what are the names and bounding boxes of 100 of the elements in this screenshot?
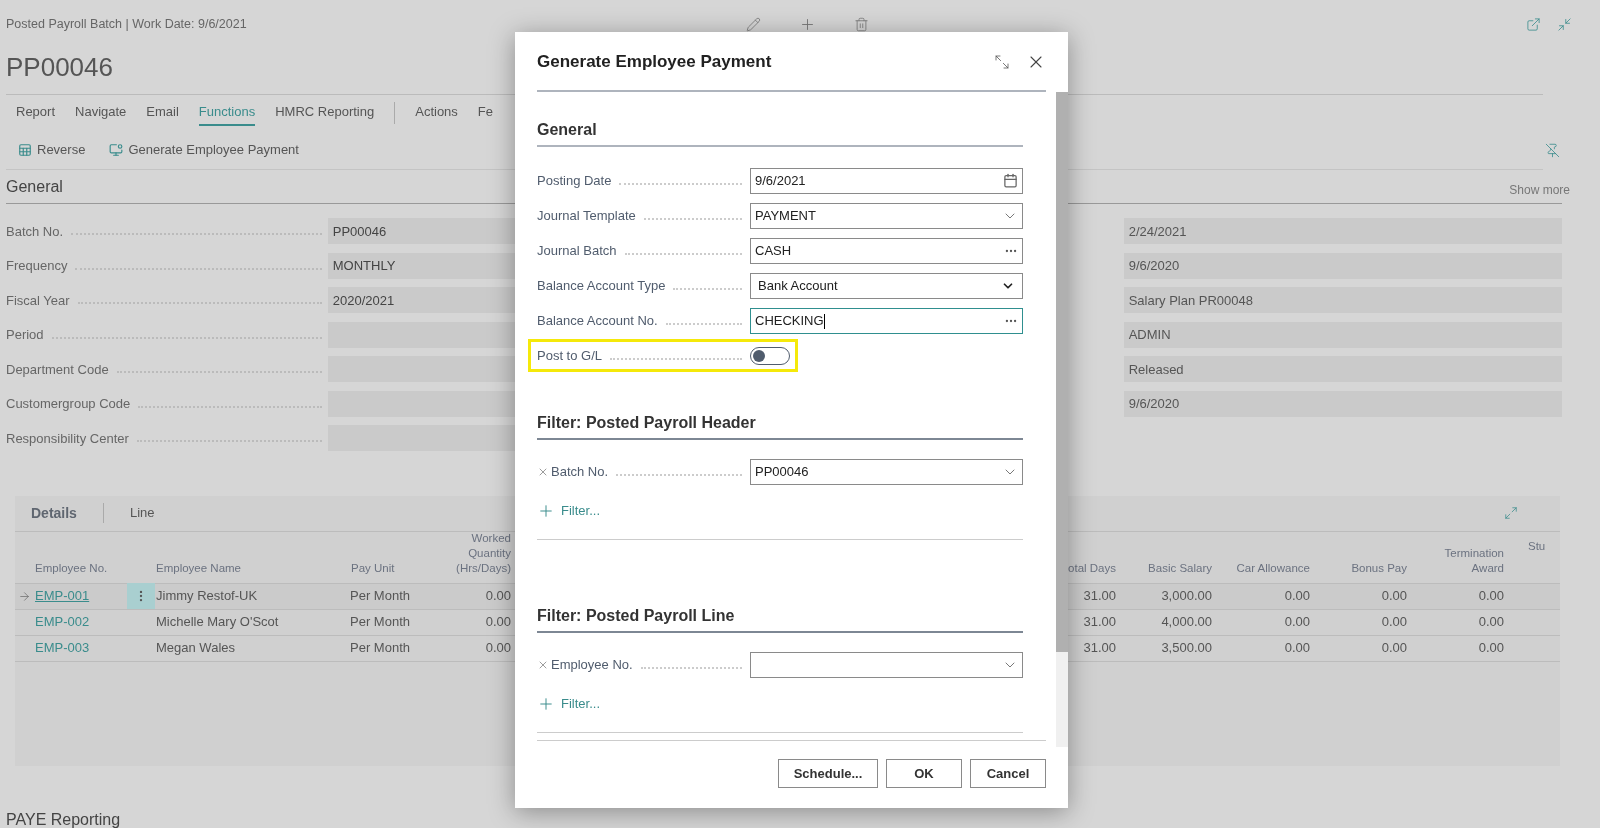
action-button[interactable]: Reverse [18, 140, 86, 160]
dialog-button[interactable]: Cancel [970, 759, 1046, 788]
section-title: General [537, 121, 597, 138]
table-cell: Per Month [350, 640, 410, 656]
column-header: Basic Salary [1148, 561, 1212, 577]
field-value: Salary Plan PR00048 [1123, 287, 1562, 314]
field-value: Released [1123, 356, 1562, 383]
table-cell: 0.00 [1284, 640, 1310, 656]
field-label: Post to G/L [537, 346, 603, 365]
add-filter-button[interactable]: Filter... [537, 496, 600, 526]
dialog-button[interactable]: Schedule... [778, 759, 878, 788]
dropdown-field[interactable]: PAYMENT [750, 202, 1023, 229]
table-cell: 0.00 [485, 640, 511, 656]
details-tab[interactable]: Details [19, 502, 89, 524]
select-field[interactable]: Bank Account [750, 272, 1023, 299]
edit-icon[interactable] [746, 16, 761, 32]
lookup-field[interactable]: CASH [750, 237, 1023, 264]
table-cell: 31.00 [1083, 614, 1116, 630]
scrollbar[interactable] [1056, 92, 1068, 747]
field-label: Period [6, 326, 44, 344]
trash-icon[interactable] [854, 16, 869, 32]
date-field[interactable]: 9/6/2021 [750, 167, 1023, 194]
calendar-icon [1003, 173, 1018, 188]
collapse-icon[interactable] [1557, 16, 1572, 32]
breadcrumb: Posted Payroll Batch | Work Date: 9/6/2021 [6, 15, 248, 33]
field-label: Frequency [6, 257, 68, 275]
field-value: ADMIN [1123, 321, 1562, 348]
expand-icon[interactable] [994, 54, 1010, 70]
dialog-title: Generate Employee Payment [537, 51, 773, 74]
section-title: Filter: Posted Payroll Header [537, 414, 756, 431]
section-title: General [6, 178, 63, 195]
column-header: Termination Award [1443, 546, 1504, 577]
field-value: 2/24/2021 [1123, 218, 1562, 245]
arrow-right-icon [17, 589, 31, 603]
open-in-new-icon[interactable] [1526, 16, 1541, 32]
show-more-link[interactable]: Show more [1509, 181, 1570, 203]
dialog-button[interactable]: OK [886, 759, 962, 788]
menu-tab[interactable]: Email [146, 100, 179, 126]
field-label: Responsibility Center [6, 429, 129, 448]
table-cell: Jimmy Restof-UK [156, 588, 258, 604]
column-header: Stu [1528, 538, 1546, 554]
menu-tab[interactable]: Actions [415, 100, 458, 126]
column-header: Pay Unit [351, 561, 395, 577]
table-cell: 0.00 [1284, 588, 1310, 604]
dropdown-field[interactable] [750, 651, 1023, 678]
expand-icon[interactable] [1504, 506, 1518, 520]
table-icon [18, 143, 32, 157]
field-label: Fiscal Year [6, 291, 70, 310]
section-title: PAYE Reporting [6, 810, 121, 828]
dropdown-field[interactable]: PP00046 [750, 458, 1023, 485]
menu-tab[interactable]: Fe [477, 100, 494, 126]
field-label: Posting Date [537, 171, 612, 190]
field-label: Batch No. [551, 462, 609, 481]
column-header: Bonus Pay [1351, 561, 1407, 577]
field-value: 9/6/2020 [1123, 252, 1562, 279]
table-cell: Per Month [350, 588, 410, 604]
add-filter-button[interactable]: Filter... [537, 689, 600, 719]
table-cell: 31.00 [1083, 588, 1116, 604]
table-cell: 3,500.00 [1161, 640, 1212, 656]
table-cell: 0.00 [1478, 588, 1504, 604]
menu-tab[interactable]: HMRC Reporting [275, 100, 375, 126]
lookup-field[interactable]: CHECKING [750, 307, 1023, 334]
field-label: Balance Account No. [537, 311, 658, 330]
menu-tab[interactable]: Navigate [75, 100, 127, 126]
column-header: otal Days [1068, 561, 1116, 577]
plus-icon [537, 502, 555, 520]
table-cell: 4,000.00 [1161, 614, 1212, 630]
table-cell: 0.00 [1284, 614, 1310, 630]
column-header: Worked Quantity (Hrs/Days) [455, 531, 511, 577]
details-tab[interactable]: Line [117, 503, 167, 523]
column-header: Employee No. [35, 561, 108, 577]
record-title: PP00046 [6, 52, 113, 82]
field-label: Department Code [6, 360, 109, 379]
column-header: Employee Name [156, 561, 241, 577]
monitor-icon [109, 143, 124, 157]
field-value: 9/6/2020 [1123, 390, 1562, 417]
table-cell: 3,000.00 [1161, 588, 1212, 604]
table-cell: 0.00 [1478, 614, 1504, 630]
action-button[interactable]: Generate Employee Payment [109, 140, 299, 160]
field-label: Balance Account Type [537, 276, 666, 295]
table-cell: 0.00 [1381, 588, 1407, 604]
table-cell: Megan Wales [156, 640, 235, 656]
table-cell: 0.00 [1478, 640, 1504, 656]
pin-icon[interactable] [1545, 142, 1560, 158]
table-cell: 31.00 [1083, 640, 1116, 656]
menu-tab[interactable]: Functions [198, 100, 256, 126]
table-cell: 0.00 [1381, 640, 1407, 656]
toggle-switch[interactable] [750, 346, 790, 365]
menu-tab[interactable]: Report [16, 100, 56, 126]
section-title: Filter: Posted Payroll Line [537, 607, 735, 624]
table-cell: Per Month [350, 614, 410, 630]
field-label: Batch No. [6, 222, 64, 241]
plus-icon [537, 695, 555, 713]
table-cell: Michelle Mary O'Scot [156, 614, 279, 630]
field-label: Journal Template [537, 206, 636, 225]
table-cell: 0.00 [485, 614, 511, 630]
column-header: Car Allowance [1236, 561, 1310, 577]
field-label: Journal Batch [537, 241, 617, 260]
table-cell: 0.00 [1381, 614, 1407, 630]
table-cell: 0.00 [485, 588, 511, 604]
